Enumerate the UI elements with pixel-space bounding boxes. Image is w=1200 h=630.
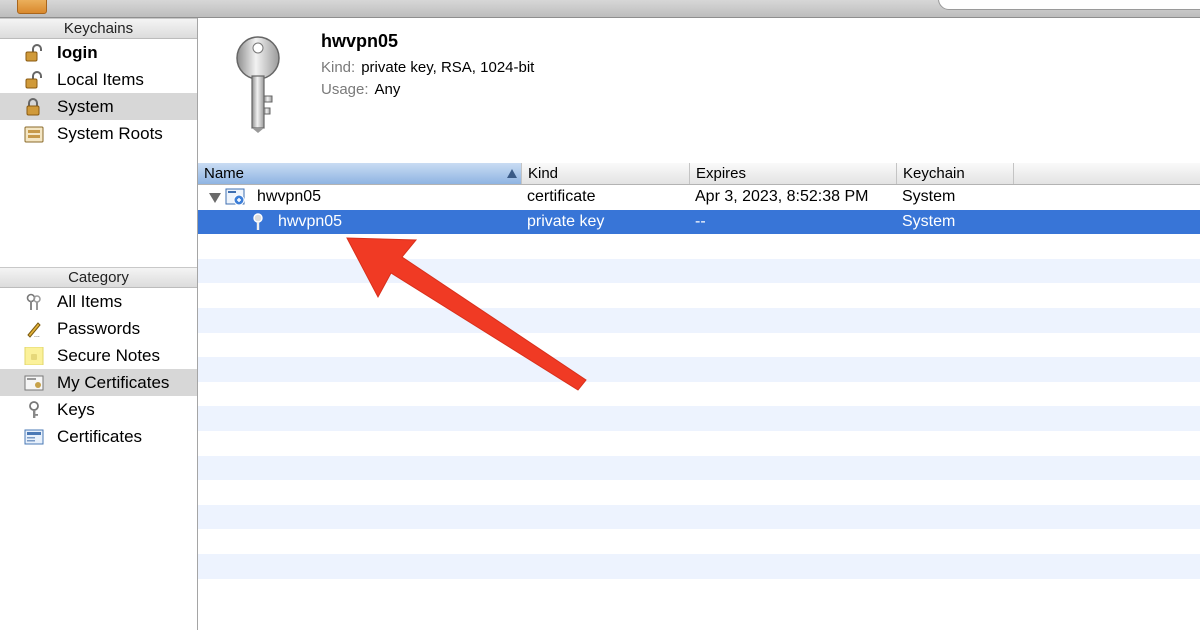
keychains-section: Keychains login Local Items System Syste…	[0, 18, 197, 268]
column-header-expires[interactable]: Expires	[690, 163, 897, 184]
row-name: hwvpn05	[278, 212, 343, 230]
sidebar-item-label: System	[57, 97, 114, 116]
empty-row	[198, 579, 1200, 604]
column-header-name[interactable]: Name	[198, 163, 522, 184]
sidebar-item-login[interactable]: login	[0, 39, 197, 66]
sidebar-item-label: Passwords	[57, 319, 141, 338]
empty-row	[198, 234, 1200, 259]
key-icon	[29, 401, 39, 418]
disclosure-triangle-icon[interactable]	[209, 193, 221, 203]
window-toolbar	[0, 0, 1200, 18]
sidebar-item-secure-notes[interactable]: Secure Notes	[0, 342, 197, 369]
empty-row	[198, 333, 1200, 358]
empty-row	[198, 406, 1200, 431]
sort-ascending-icon	[507, 169, 517, 178]
certificate-icon	[225, 188, 245, 206]
search-field[interactable]	[938, 0, 1200, 10]
sidebar-item-label: My Certificates	[57, 373, 170, 392]
empty-row	[198, 382, 1200, 407]
column-header-kind[interactable]: Kind	[522, 163, 690, 184]
unlocked-padlock-icon	[25, 71, 42, 89]
key-icon	[253, 212, 263, 230]
sidebar-item-label: Secure Notes	[57, 346, 160, 365]
empty-row	[198, 258, 1200, 284]
usage-value: Any	[374, 81, 401, 98]
sidebar-item-local-items[interactable]: Local Items	[0, 66, 197, 93]
items-table: Name Kind Expires Keychain hwvpn05 certi…	[198, 163, 1200, 630]
note-icon	[24, 347, 44, 365]
keys-icon	[26, 293, 41, 310]
unlocked-padlock-icon	[25, 44, 42, 62]
sidebar-item-label: All Items	[57, 292, 123, 311]
item-title: hwvpn05	[321, 31, 399, 51]
sidebar-item-keys[interactable]: Keys	[0, 396, 197, 423]
empty-row	[198, 504, 1200, 530]
row-kind: private key	[527, 212, 605, 230]
certificate-icon	[24, 429, 44, 445]
item-usage-row: Usage: Any	[321, 81, 400, 98]
row-name: hwvpn05	[257, 188, 322, 205]
keychain-app-icon	[17, 0, 47, 14]
table-row[interactable]: hwvpn05 private key -- System	[198, 209, 1200, 235]
my-certificate-icon	[24, 375, 44, 391]
empty-row	[198, 529, 1200, 554]
row-keychain: System	[902, 212, 956, 230]
sidebar-item-label: Certificates	[57, 427, 143, 446]
pen-password-icon: ...	[27, 322, 41, 338]
locked-padlock-icon	[26, 98, 40, 116]
category-section: Category All Items ... Passwords Secure …	[0, 267, 197, 450]
table-row[interactable]: hwvpn05 certificate Apr 3, 2023, 8:52:38…	[198, 185, 1200, 210]
row-kind: certificate	[527, 188, 596, 205]
column-header-label: Keychain	[903, 165, 965, 182]
empty-row	[198, 283, 1200, 308]
category-header: Category	[0, 267, 197, 288]
sidebar-item-all-items[interactable]: All Items	[0, 288, 197, 315]
empty-row	[198, 431, 1200, 456]
kind-label: Kind:	[321, 59, 356, 76]
column-header-label: Kind	[528, 165, 559, 182]
column-header-keychain[interactable]: Keychain	[897, 163, 1014, 184]
item-kind-row: Kind: private key, RSA, 1024-bit	[321, 59, 534, 76]
sidebar-item-label: login	[57, 43, 98, 62]
main-pane: hwvpn05 Kind: private key, RSA, 1024-bit …	[198, 18, 1200, 630]
empty-row	[198, 455, 1200, 481]
row-expires: --	[695, 212, 706, 230]
certificate-cabinet-icon	[24, 126, 44, 143]
column-header-label: Expires	[696, 165, 747, 182]
empty-row	[198, 480, 1200, 505]
row-expires: Apr 3, 2023, 8:52:38 PM	[695, 188, 869, 205]
large-key-icon	[236, 36, 280, 133]
keychains-header: Keychains	[0, 18, 197, 39]
empty-row	[198, 553, 1200, 579]
sidebar-item-system-roots[interactable]: System Roots	[0, 120, 197, 147]
row-keychain: System	[902, 188, 956, 205]
empty-row	[198, 357, 1200, 382]
sidebar: Keychains login Local Items System Syste…	[0, 18, 198, 630]
table-body: hwvpn05 certificate Apr 3, 2023, 8:52:38…	[198, 185, 1200, 603]
sidebar-item-my-certificates[interactable]: My Certificates	[0, 369, 197, 396]
item-detail-panel: hwvpn05 Kind: private key, RSA, 1024-bit …	[198, 18, 1200, 164]
table-header: Name Kind Expires Keychain	[198, 163, 1200, 185]
sidebar-item-label: Local Items	[57, 70, 144, 89]
usage-label: Usage:	[321, 81, 369, 98]
column-header-label: Name	[204, 165, 245, 182]
sidebar-item-label: System Roots	[57, 124, 163, 143]
svg-text:...: ...	[34, 332, 40, 338]
kind-value: private key, RSA, 1024-bit	[361, 59, 535, 76]
sidebar-item-certificates[interactable]: Certificates	[0, 423, 197, 450]
sidebar-item-label: Keys	[57, 400, 95, 419]
sidebar-item-passwords[interactable]: ... Passwords	[0, 315, 197, 342]
sidebar-item-system[interactable]: System	[0, 93, 197, 120]
empty-row	[198, 307, 1200, 333]
